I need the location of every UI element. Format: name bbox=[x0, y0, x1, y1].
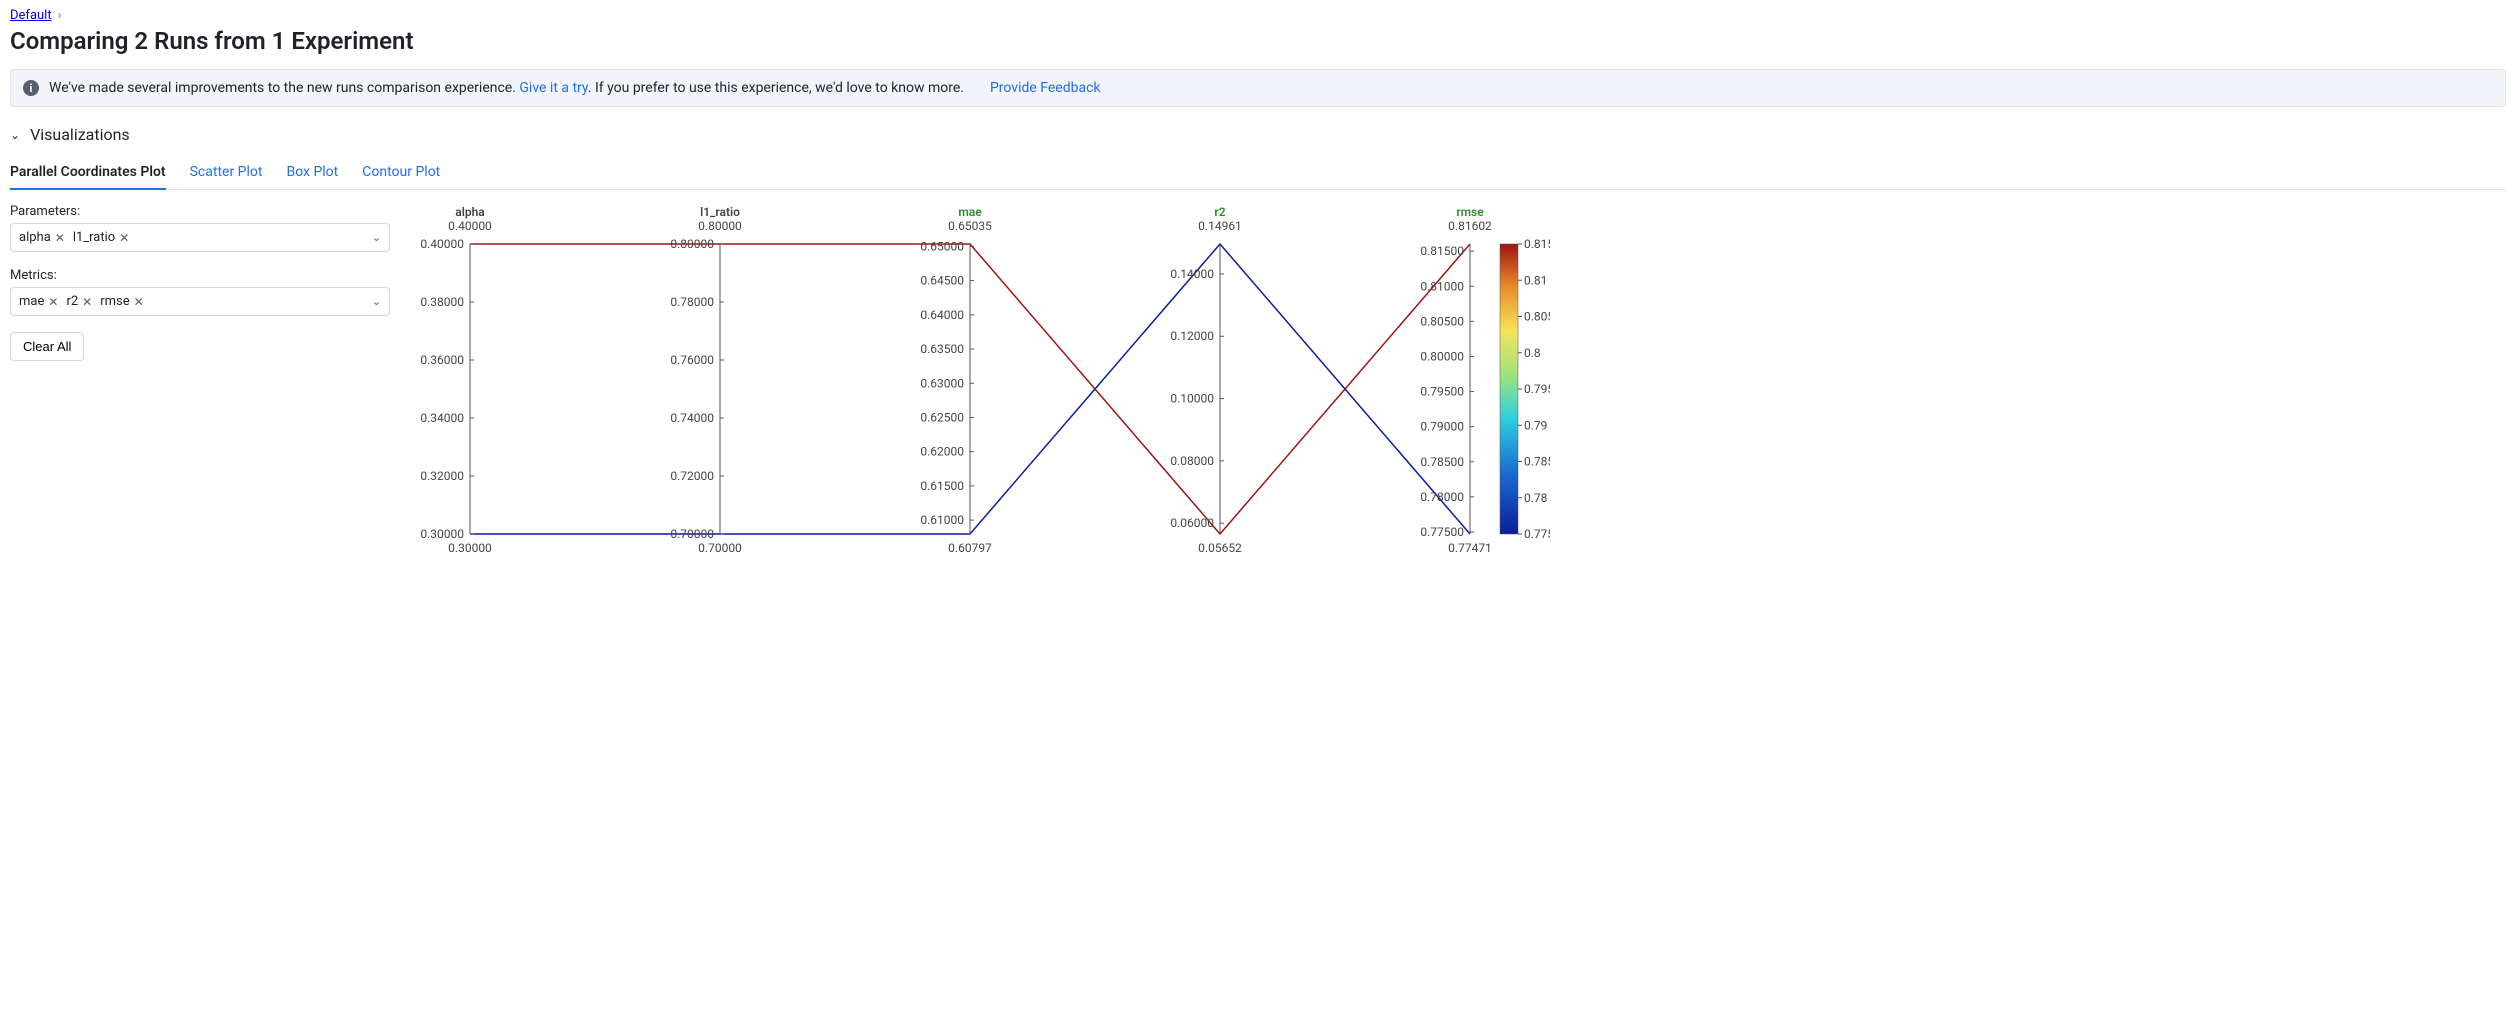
svg-text:0.74000: 0.74000 bbox=[670, 411, 714, 425]
svg-text:0.32000: 0.32000 bbox=[420, 469, 464, 483]
svg-text:0.61000: 0.61000 bbox=[920, 513, 964, 527]
svg-text:0.795: 0.795 bbox=[1524, 382, 1550, 396]
svg-text:0.30000: 0.30000 bbox=[420, 527, 464, 541]
svg-text:0.14961: 0.14961 bbox=[1198, 219, 1242, 233]
controls-sidebar: Parameters: alpha ✕l1_ratio ✕⌄ Metrics: … bbox=[10, 204, 390, 574]
tab-contour-plot[interactable]: Contour Plot bbox=[362, 158, 440, 189]
svg-text:0.10000: 0.10000 bbox=[1170, 392, 1214, 406]
tag-mae: mae ✕ bbox=[19, 294, 58, 309]
parallel-coordinates-plot[interactable]: alpha0.400000.300000.300000.320000.34000… bbox=[410, 204, 2506, 574]
params-label: Parameters: bbox=[10, 204, 390, 219]
svg-text:0.70000: 0.70000 bbox=[698, 541, 742, 555]
svg-text:0.80500: 0.80500 bbox=[1420, 314, 1464, 328]
svg-text:alpha: alpha bbox=[455, 205, 484, 219]
svg-text:0.80000: 0.80000 bbox=[670, 237, 714, 251]
svg-text:0.81500: 0.81500 bbox=[1420, 244, 1464, 258]
svg-text:0.40000: 0.40000 bbox=[420, 237, 464, 251]
svg-text:0.65000: 0.65000 bbox=[920, 239, 964, 253]
close-icon[interactable]: ✕ bbox=[48, 295, 58, 309]
tag-r2: r2 ✕ bbox=[66, 294, 92, 309]
chevron-down-icon: ⌄ bbox=[372, 295, 381, 308]
banner-text: We've made several improvements to the n… bbox=[49, 80, 964, 96]
svg-text:0.38000: 0.38000 bbox=[420, 295, 464, 309]
svg-text:0.78000: 0.78000 bbox=[670, 295, 714, 309]
clear-all-button[interactable]: Clear All bbox=[10, 332, 84, 361]
close-icon[interactable]: ✕ bbox=[82, 295, 92, 309]
svg-text:0.80000: 0.80000 bbox=[1420, 349, 1464, 363]
close-icon[interactable]: ✕ bbox=[55, 231, 65, 245]
svg-text:0.12000: 0.12000 bbox=[1170, 329, 1214, 343]
svg-text:0.8: 0.8 bbox=[1524, 346, 1541, 360]
chevron-down-icon: ⌄ bbox=[10, 128, 20, 142]
info-icon: i bbox=[23, 80, 39, 96]
page-title: Comparing 2 Runs from 1 Experiment bbox=[10, 27, 2506, 55]
svg-text:0.72000: 0.72000 bbox=[670, 469, 714, 483]
metrics-select[interactable]: mae ✕ r2 ✕ rmse ✕ ⌄ bbox=[10, 287, 390, 316]
svg-text:0.61500: 0.61500 bbox=[920, 479, 964, 493]
svg-text:0.77500: 0.77500 bbox=[1420, 525, 1464, 539]
tab-parallel-coordinates-plot[interactable]: Parallel Coordinates Plot bbox=[10, 158, 166, 190]
svg-text:0.64000: 0.64000 bbox=[920, 308, 964, 322]
svg-text:0.70000: 0.70000 bbox=[670, 527, 714, 541]
svg-text:0.62500: 0.62500 bbox=[920, 410, 964, 424]
breadcrumb-root[interactable]: Default bbox=[10, 8, 52, 23]
svg-text:0.81: 0.81 bbox=[1524, 273, 1547, 287]
svg-text:0.36000: 0.36000 bbox=[420, 353, 464, 367]
metrics-label: Metrics: bbox=[10, 268, 390, 283]
svg-text:0.64500: 0.64500 bbox=[920, 274, 964, 288]
svg-text:0.805: 0.805 bbox=[1524, 310, 1550, 324]
svg-text:0.60797: 0.60797 bbox=[948, 541, 992, 555]
tag-rmse: rmse ✕ bbox=[100, 294, 143, 309]
svg-text:0.06000: 0.06000 bbox=[1170, 516, 1214, 530]
svg-text:0.78: 0.78 bbox=[1524, 491, 1548, 505]
params-select[interactable]: alpha ✕ l1_ratio ✕ ⌄ bbox=[10, 223, 390, 252]
tab-box-plot[interactable]: Box Plot bbox=[286, 158, 338, 189]
svg-text:0.78500: 0.78500 bbox=[1420, 455, 1464, 469]
svg-text:0.77471: 0.77471 bbox=[1448, 541, 1492, 555]
chevron-down-icon: ⌄ bbox=[372, 231, 381, 244]
svg-text:0.08000: 0.08000 bbox=[1170, 454, 1214, 468]
close-icon[interactable]: ✕ bbox=[119, 231, 129, 245]
tab-scatter-plot[interactable]: Scatter Plot bbox=[190, 158, 263, 189]
tag-alpha: alpha ✕ bbox=[19, 230, 65, 245]
tag-l1_ratio: l1_ratio ✕ bbox=[73, 230, 129, 245]
svg-text:0.81000: 0.81000 bbox=[1420, 279, 1464, 293]
svg-text:0.78000: 0.78000 bbox=[1420, 490, 1464, 504]
svg-text:0.62000: 0.62000 bbox=[920, 445, 964, 459]
svg-text:0.79: 0.79 bbox=[1524, 418, 1547, 432]
svg-text:0.63000: 0.63000 bbox=[920, 376, 964, 390]
svg-text:0.80000: 0.80000 bbox=[698, 219, 742, 233]
tab-bar: Parallel Coordinates Plot Scatter Plot Box… bbox=[10, 158, 2506, 190]
svg-text:0.05652: 0.05652 bbox=[1198, 541, 1242, 555]
section-toggle[interactable]: ⌄ Visualizations bbox=[10, 125, 2506, 144]
svg-text:0.79000: 0.79000 bbox=[1420, 420, 1464, 434]
info-banner: i We've made several improvements to the… bbox=[10, 69, 2506, 107]
svg-text:0.815: 0.815 bbox=[1524, 237, 1550, 251]
svg-text:0.79500: 0.79500 bbox=[1420, 385, 1464, 399]
breadcrumb: Default › bbox=[10, 8, 2506, 23]
svg-text:0.81602: 0.81602 bbox=[1448, 219, 1492, 233]
svg-text:rmse: rmse bbox=[1456, 205, 1484, 219]
close-icon[interactable]: ✕ bbox=[134, 295, 144, 309]
svg-text:mae: mae bbox=[958, 205, 982, 219]
svg-text:0.63500: 0.63500 bbox=[920, 342, 964, 356]
try-link[interactable]: Give it a try bbox=[519, 80, 587, 96]
svg-text:0.76000: 0.76000 bbox=[670, 353, 714, 367]
chevron-right-icon: › bbox=[58, 8, 62, 23]
svg-text:0.65035: 0.65035 bbox=[948, 219, 992, 233]
section-title: Visualizations bbox=[30, 125, 130, 144]
svg-text:0.775: 0.775 bbox=[1524, 527, 1550, 541]
svg-text:r2: r2 bbox=[1214, 205, 1225, 219]
svg-text:0.34000: 0.34000 bbox=[420, 411, 464, 425]
svg-text:l1_ratio: l1_ratio bbox=[700, 205, 740, 219]
svg-text:0.14000: 0.14000 bbox=[1170, 267, 1214, 281]
svg-text:0.40000: 0.40000 bbox=[448, 219, 492, 233]
svg-text:0.30000: 0.30000 bbox=[448, 541, 492, 555]
svg-text:0.785: 0.785 bbox=[1524, 455, 1550, 469]
feedback-link[interactable]: Provide Feedback bbox=[990, 80, 1101, 96]
